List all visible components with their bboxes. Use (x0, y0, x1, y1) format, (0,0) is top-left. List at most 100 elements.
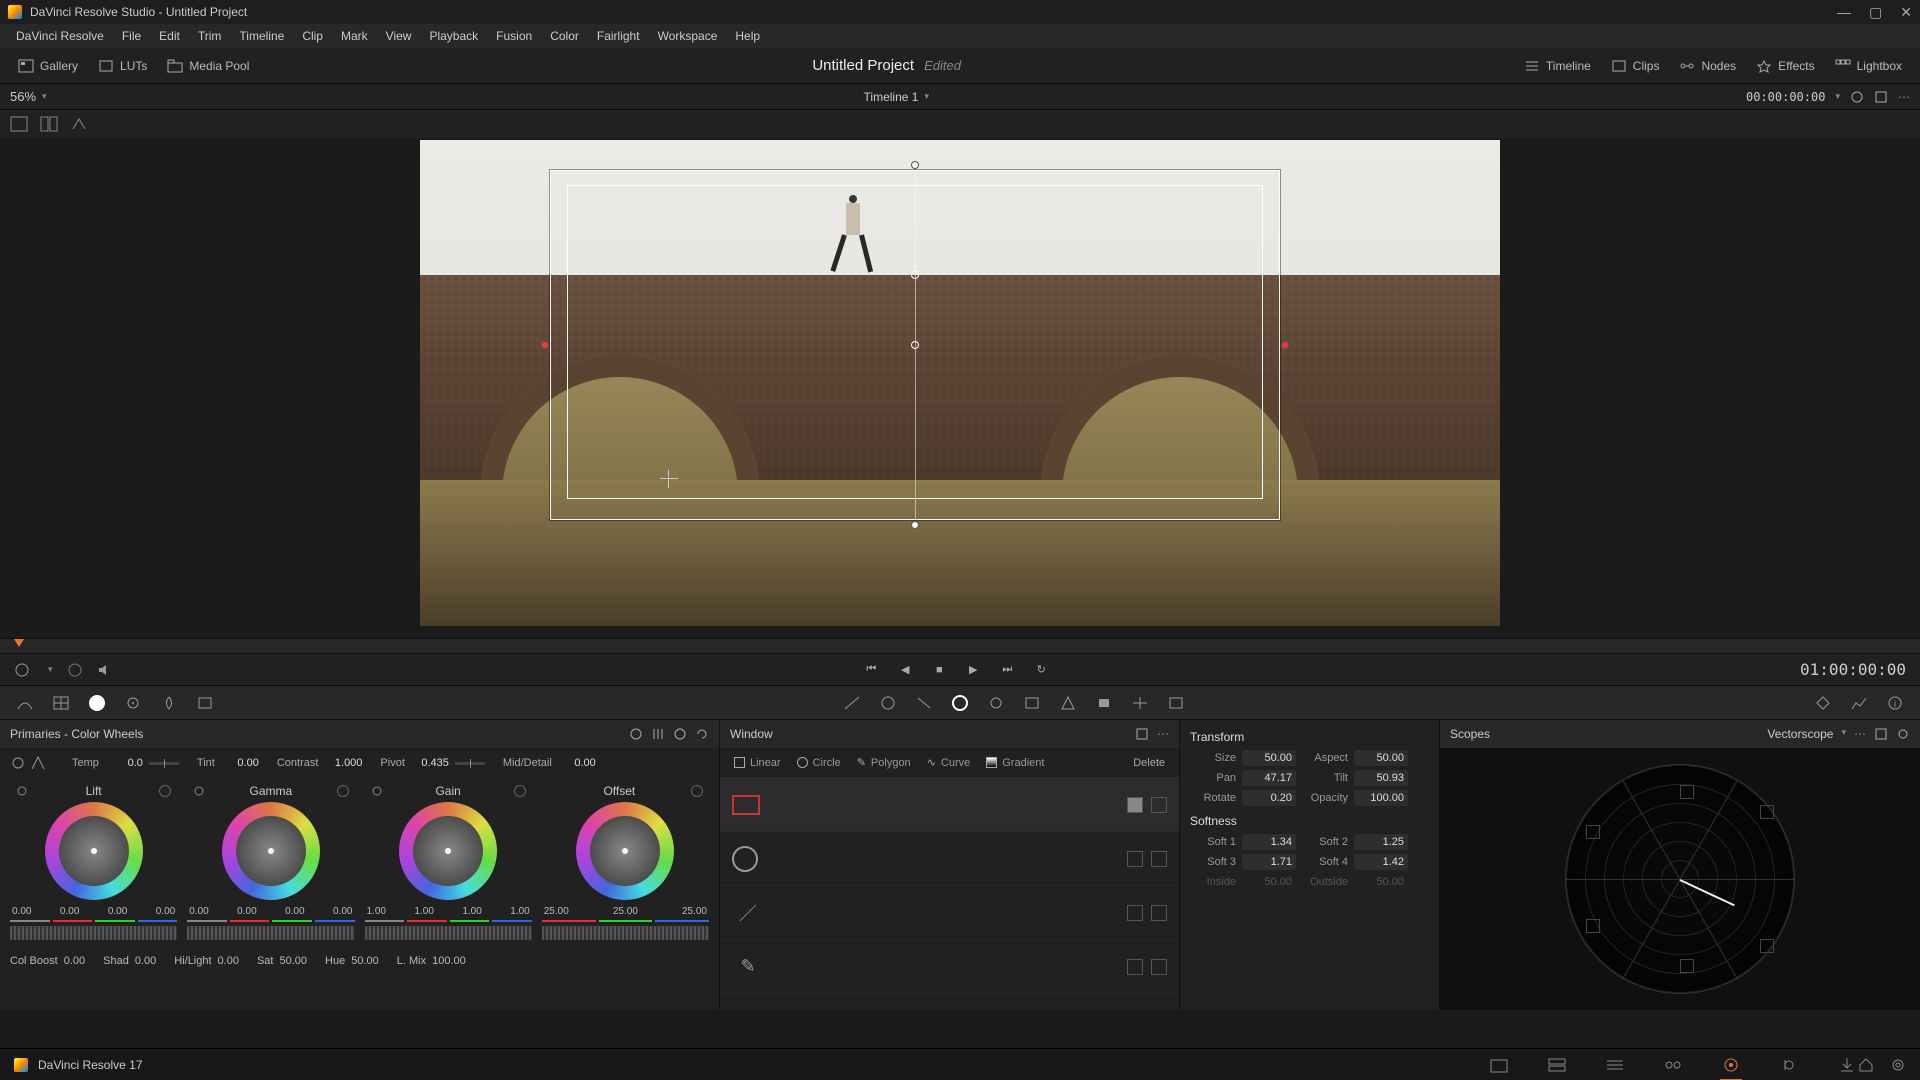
soft4-value[interactable]: 1.42 (1354, 854, 1408, 870)
log-mode-icon[interactable] (673, 727, 687, 741)
lift-reset-icon[interactable] (159, 785, 171, 797)
window-circle-button[interactable]: Circle (791, 754, 847, 772)
menu-view[interactable]: View (378, 26, 420, 46)
curve-mask-toggle[interactable] (1127, 959, 1143, 975)
window-delete-button[interactable]: Delete (1127, 754, 1171, 772)
page-media[interactable] (1488, 1055, 1510, 1075)
window-options-icon[interactable]: ⋯ (1157, 727, 1169, 741)
scopes-icon[interactable] (1844, 690, 1874, 716)
circle-mask-toggle[interactable] (1127, 851, 1143, 867)
viewer-canvas[interactable] (420, 140, 1500, 626)
menu-timeline[interactable]: Timeline (231, 26, 292, 46)
info-icon[interactable]: i (1880, 690, 1910, 716)
offset-wheel[interactable] (576, 802, 674, 900)
gain-jog[interactable] (365, 926, 532, 940)
page-fairlight[interactable] (1778, 1055, 1800, 1075)
page-color[interactable] (1720, 1055, 1742, 1075)
zoom-dropdown-icon[interactable]: ▾ (42, 91, 47, 102)
clips-button[interactable]: Clips (1603, 55, 1668, 77)
curve-invert-toggle[interactable] (1151, 959, 1167, 975)
opacity-value[interactable]: 100.00 (1354, 790, 1408, 806)
scopes-settings-icon[interactable] (1896, 727, 1910, 741)
timeline-ruler[interactable] (0, 638, 1920, 654)
gain-reset-icon[interactable] (514, 785, 526, 797)
lmix-value[interactable]: 100.00 (432, 955, 466, 967)
window-item-circle[interactable] (720, 832, 1179, 886)
step-back-button[interactable]: ◀ (897, 662, 913, 678)
menu-help[interactable]: Help (727, 26, 768, 46)
colorwarp-icon[interactable] (873, 690, 903, 716)
window-gradient-button[interactable]: Gradient (980, 754, 1050, 772)
bars-mode-icon[interactable] (651, 727, 665, 741)
pan-value[interactable]: 47.17 (1242, 770, 1296, 786)
3d-icon[interactable] (1161, 690, 1191, 716)
poly-invert-toggle[interactable] (1151, 905, 1167, 921)
key-palette-icon[interactable] (1089, 690, 1119, 716)
timecode-top[interactable]: 00:00:00:00 (1746, 90, 1825, 104)
curves-tool-icon[interactable] (10, 690, 40, 716)
reset-all-icon[interactable] (695, 727, 709, 741)
gain-wheel[interactable] (399, 802, 497, 900)
menu-fairlight[interactable]: Fairlight (589, 26, 648, 46)
qualifier-icon[interactable] (909, 690, 939, 716)
soft2-value[interactable]: 1.25 (1354, 834, 1408, 850)
options-icon[interactable]: ⋯ (1898, 90, 1910, 104)
menu-playback[interactable]: Playback (421, 26, 486, 46)
stop-button[interactable]: ■ (931, 662, 947, 678)
lightbox-button[interactable]: Lightbox (1827, 55, 1910, 77)
settings-icon[interactable] (1890, 1057, 1906, 1073)
pw-handle-bottom[interactable] (911, 521, 919, 529)
window-polygon-button[interactable]: ✎Polygon (851, 753, 917, 772)
minimize-button[interactable]: — (1837, 4, 1851, 21)
tint-value[interactable]: 0.00 (221, 757, 259, 769)
luts-button[interactable]: LUTs (90, 55, 155, 77)
menu-clip[interactable]: Clip (294, 26, 331, 46)
scopes-options-icon[interactable]: ⋯ (1854, 727, 1866, 741)
colorpicker-icon[interactable] (14, 662, 34, 678)
rect-mask-toggle[interactable] (1127, 797, 1143, 813)
nodes-button[interactable]: Nodes (1671, 55, 1744, 77)
size-value[interactable]: 50.00 (1242, 750, 1296, 766)
pw-handle-top[interactable] (911, 161, 919, 169)
key-tool-icon[interactable] (190, 690, 220, 716)
menu-trim[interactable]: Trim (190, 26, 230, 46)
hilight-value[interactable]: 0.00 (218, 955, 239, 967)
bypass-icon[interactable] (1850, 90, 1864, 104)
playhead-icon[interactable] (14, 639, 24, 647)
rect-invert-toggle[interactable] (1151, 797, 1167, 813)
window-linear-button[interactable]: Linear (728, 754, 787, 772)
home-icon[interactable] (1858, 1057, 1874, 1073)
qualifier-tool-icon[interactable] (82, 690, 112, 716)
soft1-value[interactable]: 1.34 (1242, 834, 1296, 850)
awb-icon[interactable] (30, 755, 46, 771)
window-item-rect[interactable] (720, 778, 1179, 832)
offset-reset-icon[interactable] (691, 785, 703, 797)
menu-workspace[interactable]: Workspace (650, 26, 726, 46)
menu-file[interactable]: File (114, 26, 149, 46)
gallery-button[interactable]: Gallery (10, 55, 86, 77)
sizing-icon[interactable] (1125, 690, 1155, 716)
window-item-gradient[interactable]: ▬ (720, 994, 1179, 1010)
pw-handle-right[interactable] (1281, 341, 1289, 349)
offset-jog[interactable] (542, 926, 709, 940)
scope-chevron-icon[interactable]: ▾ (1841, 727, 1846, 741)
tilt-value[interactable]: 50.93 (1354, 770, 1408, 786)
mute-icon[interactable] (97, 662, 113, 678)
window-curve-button[interactable]: ∿Curve (921, 753, 977, 772)
lift-wheel[interactable] (45, 802, 143, 900)
imagemode-icon[interactable] (10, 116, 28, 132)
warper-tool-icon[interactable] (46, 690, 76, 716)
first-frame-button[interactable]: ⏮ (863, 662, 879, 678)
mediapool-button[interactable]: Media Pool (159, 55, 257, 77)
step-fwd-button[interactable]: ⏭ (999, 662, 1015, 678)
window-palette-icon[interactable] (945, 690, 975, 716)
blur-tool-icon[interactable] (154, 690, 184, 716)
magicmask-icon[interactable] (1017, 690, 1047, 716)
shad-value[interactable]: 0.00 (135, 955, 156, 967)
curves-palette-icon[interactable] (837, 690, 867, 716)
soft3-value[interactable]: 1.71 (1242, 854, 1296, 870)
colboost-value[interactable]: 0.00 (64, 955, 85, 967)
hue-value[interactable]: 50.00 (351, 955, 379, 967)
gain-picker-icon[interactable] (371, 785, 383, 797)
highlight-icon[interactable] (70, 116, 88, 132)
